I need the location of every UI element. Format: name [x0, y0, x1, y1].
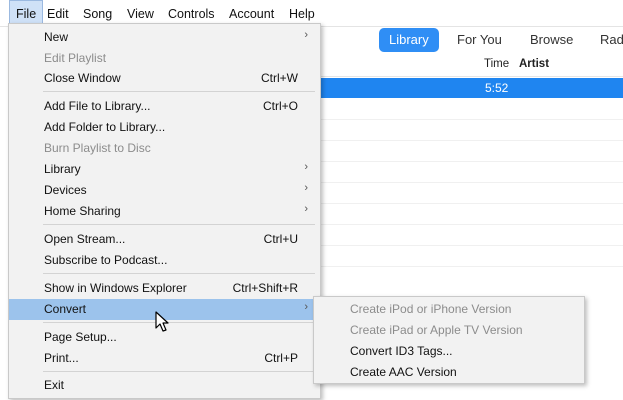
menu-item-label: Add File to Library... — [44, 99, 151, 113]
menu-item-label: Library — [44, 162, 81, 176]
column-header-time[interactable]: Time — [484, 58, 509, 70]
menu-item-close-window[interactable]: Close Window Ctrl+W — [9, 68, 320, 89]
menu-separator — [43, 322, 315, 323]
tab-radio[interactable]: Rad — [600, 28, 623, 52]
row-divider — [320, 182, 623, 183]
menu-item-label: New — [44, 30, 69, 44]
menu-item-edit-playlist: Edit Playlist — [9, 48, 320, 69]
menu-item-label: Exit — [44, 378, 65, 392]
menu-item-label: Edit Playlist — [44, 51, 107, 65]
chevron-right-icon: › — [304, 161, 308, 173]
menu-item-label: Burn Playlist to Disc — [44, 141, 151, 155]
table-row-selected[interactable]: 5:52 — [320, 78, 623, 98]
submenu-item-label: Create iPad or Apple TV Version — [350, 323, 523, 337]
row-divider — [320, 161, 623, 162]
menu-item-devices[interactable]: Devices › — [9, 180, 320, 201]
tab-for-you[interactable]: For You — [457, 28, 502, 52]
chevron-right-icon: › — [304, 29, 308, 41]
list-column-header: Time Artist — [320, 56, 623, 77]
menu-item-print[interactable]: Print... Ctrl+P — [9, 348, 320, 369]
menu-item-label: Print... — [44, 351, 79, 365]
menu-separator — [43, 91, 315, 92]
menu-item-add-folder[interactable]: Add Folder to Library... — [9, 117, 320, 138]
row-divider — [320, 119, 623, 120]
tab-browse[interactable]: Browse — [530, 28, 573, 52]
menu-item-burn-playlist: Burn Playlist to Disc — [9, 138, 320, 159]
file-menu-dropdown: New › Edit Playlist Close Window Ctrl+W … — [8, 23, 321, 399]
menu-item-label: Home Sharing — [44, 204, 121, 218]
submenu-item-create-aac-version[interactable]: Create AAC Version — [314, 362, 584, 383]
menu-item-label: Show in Windows Explorer — [44, 281, 187, 295]
row-time: 5:52 — [485, 81, 509, 95]
menu-item-add-file[interactable]: Add File to Library... Ctrl+O — [9, 96, 320, 117]
menu-item-open-stream[interactable]: Open Stream... Ctrl+U — [9, 229, 320, 250]
menu-separator — [43, 224, 315, 225]
menu-item-home-sharing[interactable]: Home Sharing › — [9, 201, 320, 222]
row-divider — [320, 140, 623, 141]
chevron-right-icon: › — [304, 203, 308, 215]
shortcut-label: Ctrl+Shift+R — [232, 281, 298, 295]
chevron-right-icon: › — [304, 182, 308, 194]
submenu-item-label: Create AAC Version — [350, 365, 457, 379]
submenu-item-convert-id3-tags[interactable]: Convert ID3 Tags... — [314, 341, 584, 362]
menu-item-exit[interactable]: Exit — [9, 375, 320, 396]
menu-item-label: Add Folder to Library... — [44, 120, 166, 134]
menu-item-library[interactable]: Library › — [9, 159, 320, 180]
menu-item-label: Close Window — [44, 71, 121, 85]
submenu-item-label: Create iPod or iPhone Version — [350, 302, 512, 316]
row-divider — [320, 245, 623, 246]
menu-item-label: Devices — [44, 183, 87, 197]
row-divider — [320, 266, 623, 267]
shortcut-label: Ctrl+O — [262, 99, 298, 113]
menu-item-new[interactable]: New › — [9, 27, 320, 48]
convert-submenu: Create iPod or iPhone Version Create iPa… — [313, 296, 585, 384]
row-divider — [320, 203, 623, 204]
menu-item-label: Convert — [44, 302, 87, 316]
tab-library[interactable]: Library — [379, 28, 439, 52]
column-header-artist[interactable]: Artist — [519, 58, 549, 70]
shortcut-label: Ctrl+W — [261, 71, 298, 85]
menu-item-label: Subscribe to Podcast... — [44, 253, 168, 267]
menu-item-label: Open Stream... — [44, 232, 126, 246]
menu-item-show-in-explorer[interactable]: Show in Windows Explorer Ctrl+Shift+R — [9, 278, 320, 299]
menu-separator — [43, 371, 315, 372]
chevron-right-icon: › — [304, 301, 308, 313]
shortcut-label: Ctrl+P — [264, 351, 298, 365]
submenu-item-create-ipod-version: Create iPod or iPhone Version — [314, 299, 584, 320]
menu-item-label: Page Setup... — [44, 330, 117, 344]
submenu-item-label: Convert ID3 Tags... — [350, 344, 453, 358]
submenu-item-create-ipad-version: Create iPad or Apple TV Version — [314, 320, 584, 341]
shortcut-label: Ctrl+U — [263, 232, 298, 246]
mouse-cursor-icon — [155, 311, 171, 336]
row-divider — [320, 224, 623, 225]
menu-item-subscribe-podcast[interactable]: Subscribe to Podcast... — [9, 250, 320, 271]
menu-separator — [43, 273, 315, 274]
